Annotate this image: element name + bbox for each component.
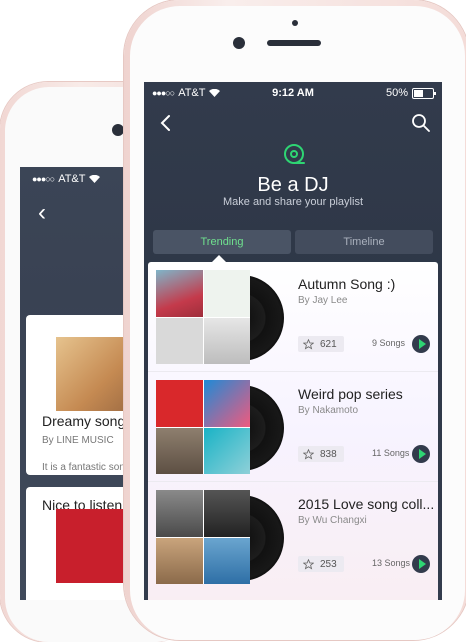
- star-icon: [303, 448, 314, 460]
- dj-logo-icon: [284, 144, 305, 164]
- front-camera: [233, 37, 245, 49]
- playlist-title: Weird pop series: [298, 386, 403, 402]
- app-screen: ●●●○○ AT&T 9:12 AM 50% Be a DJ Make and …: [144, 82, 442, 600]
- back-carrier: AT&T: [58, 173, 86, 185]
- song-count: 11 Songs: [372, 448, 410, 458]
- like-button[interactable]: 838: [298, 446, 344, 462]
- playlist-card[interactable]: Autumn Song :) By Jay Lee 621 9 Songs: [148, 262, 438, 372]
- play-button[interactable]: [412, 335, 430, 353]
- album-tile: [203, 317, 250, 364]
- wifi-icon: [89, 175, 101, 183]
- star-icon: [303, 558, 314, 570]
- album-art-grid: [156, 380, 250, 474]
- playlist-title: Autumn Song :): [298, 276, 396, 292]
- like-button[interactable]: 253: [298, 556, 344, 572]
- album-tile: [203, 537, 250, 584]
- playlist-author: By Jay Lee: [298, 295, 348, 306]
- earpiece-speaker: [267, 40, 321, 46]
- album-tile: [203, 490, 250, 537]
- playlist-title: 2015 Love song coll...: [298, 496, 435, 512]
- signal-icon: ●●●○○: [32, 174, 55, 184]
- playlist-author: By Nakamoto: [298, 405, 359, 416]
- like-count: 253: [320, 558, 337, 570]
- active-tab-indicator: [212, 255, 226, 262]
- like-count: 838: [320, 448, 337, 460]
- album-tile: [156, 380, 203, 427]
- album-tile: [156, 537, 203, 584]
- song-count: 13 Songs: [372, 558, 411, 568]
- status-bar: ●●●○○ AT&T 9:12 AM 50%: [152, 87, 436, 101]
- album-tile: [203, 270, 250, 317]
- page-subtitle: Make and share your playlist: [222, 196, 363, 208]
- back-phone-camera: [112, 124, 124, 136]
- playlist-card[interactable]: 2015 Love song coll... By Wu Changxi 253…: [148, 482, 438, 592]
- back-chevron-icon[interactable]: ‹: [38, 201, 46, 225]
- album-tile: [203, 427, 250, 474]
- battery-percent: 50%: [385, 87, 408, 99]
- battery-icon: [412, 87, 436, 99]
- album-tile: [156, 427, 203, 474]
- album-art-grid: [156, 270, 250, 364]
- back-chevron-icon[interactable]: [156, 112, 178, 134]
- back-status-bar: ●●●○○ AT&T: [32, 173, 101, 185]
- playlist-list: Autumn Song :) By Jay Lee 621 9 Songs We…: [148, 262, 438, 600]
- album-tile: [203, 380, 250, 427]
- tab-timeline[interactable]: Timeline: [295, 230, 433, 254]
- play-button[interactable]: [412, 445, 430, 463]
- album-art-grid: [156, 490, 250, 584]
- like-count: 621: [320, 338, 337, 350]
- tab-trending[interactable]: Trending: [153, 230, 291, 254]
- album-tile: [156, 270, 203, 317]
- proximity-sensor: [292, 20, 298, 26]
- playlist-card[interactable]: Weird pop series By Nakamoto 838 11 Song…: [148, 372, 438, 482]
- page-title: Be a DJ: [257, 174, 329, 196]
- album-tile: [156, 490, 203, 537]
- star-icon: [303, 338, 314, 350]
- like-button[interactable]: 621: [298, 336, 344, 352]
- album-tile: [156, 317, 203, 364]
- search-icon[interactable]: [410, 112, 432, 134]
- play-button[interactable]: [412, 555, 430, 573]
- playlist-author: By Wu Changxi: [298, 515, 367, 526]
- song-count: 9 Songs: [372, 338, 406, 348]
